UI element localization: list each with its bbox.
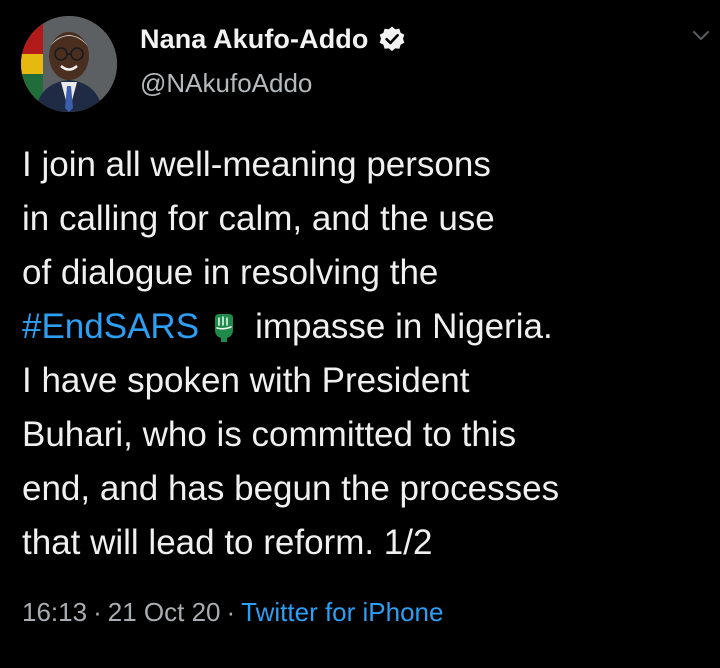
tweet-date[interactable]: 21 Oct 20 — [108, 597, 221, 627]
endsars-fist-icon[interactable] — [211, 310, 237, 344]
tweet-line-hashtag: #EndSARS impasse in Nigeria. — [22, 300, 712, 354]
tweet-line: I join all well-meaning persons — [22, 145, 491, 184]
tweet-text: I join all well-meaning persons in calli… — [22, 138, 712, 570]
user-handle[interactable]: @NAkufoAddo — [140, 68, 312, 99]
author-name-row[interactable]: Nana Akufo-Addo — [140, 22, 406, 56]
chevron-down-icon[interactable] — [692, 30, 710, 42]
tweet-line: Buhari, who is committed to this — [22, 415, 517, 454]
tweet-time[interactable]: 16:13 — [22, 597, 87, 627]
tweet-line: of dialogue in resolving the — [22, 253, 439, 292]
tweet-line: that will lead to reform. 1/2 — [22, 523, 433, 562]
tweet-line-rest: impasse in Nigeria. — [255, 307, 553, 346]
tweet-source-link[interactable]: Twitter for iPhone — [241, 597, 443, 627]
display-name[interactable]: Nana Akufo-Addo — [140, 24, 368, 55]
avatar[interactable] — [21, 16, 117, 112]
tweet-card: Nana Akufo-Addo @NAkufoAddo I join all w… — [0, 0, 720, 668]
profile-photo — [21, 16, 117, 112]
tweet-meta: 16:13 · 21 Oct 20 · Twitter for iPhone — [22, 597, 443, 628]
tweet-line: end, and has begun the processes — [22, 469, 560, 508]
tweet-line: I have spoken with President — [22, 361, 470, 400]
meta-separator: · — [226, 597, 236, 627]
verified-badge-icon — [380, 26, 405, 52]
tweet-line: in calling for calm, and the use — [22, 199, 495, 238]
meta-separator: · — [93, 597, 102, 627]
hashtag-link[interactable]: #EndSARS — [22, 307, 199, 346]
